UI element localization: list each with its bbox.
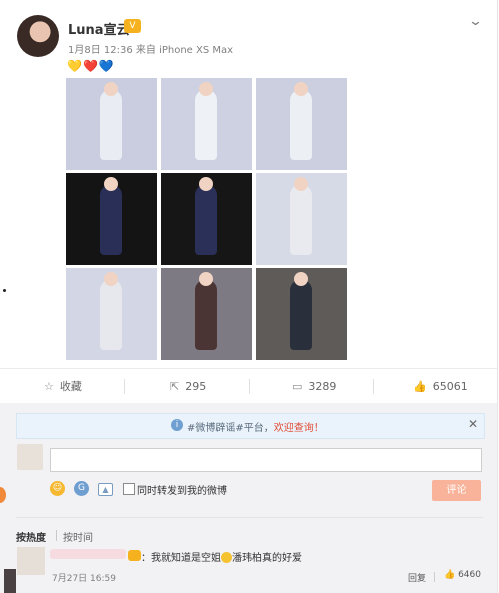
thumbs-up-icon: 👍 [413, 380, 427, 393]
comment-sort-bar: 按热度 按时间 [16, 517, 483, 544]
photo-figure-head [199, 272, 213, 286]
comment-text: ：我就知道是空姐 潘玮柏真的好爱 [128, 549, 302, 564]
divider [373, 379, 374, 394]
verified-badge-icon: V [124, 19, 141, 33]
divider [56, 530, 57, 541]
gif-icon[interactable]: G [74, 481, 89, 496]
photo-figure-head [104, 177, 118, 191]
repost-checkbox[interactable] [123, 483, 135, 495]
image-icon[interactable]: ▲ [98, 483, 113, 496]
photo-thumbnail[interactable] [161, 78, 252, 170]
user-avatar[interactable] [17, 15, 59, 57]
repost-button[interactable]: ⇱ 295 [170, 369, 206, 404]
reply-button[interactable]: 回复 [408, 571, 426, 584]
repost-checkbox-label: 同时转发到我的微博 [137, 486, 227, 497]
notice-prefix[interactable]: #微博辟谣#平台， [187, 423, 274, 434]
photo-figure [290, 280, 312, 350]
comment-like-button[interactable]: 👍 6460 [444, 570, 481, 580]
like-count: 65061 [432, 380, 468, 393]
comment-text-part: ：我就知道是空姐 [141, 553, 221, 564]
emoji-icon [221, 552, 232, 563]
divider [434, 572, 435, 582]
photo-figure-head [294, 82, 308, 96]
comment-button[interactable]: ▭ 3289 [292, 369, 336, 404]
favorite-button[interactable]: ☆ 收藏 [44, 369, 82, 404]
divider [249, 379, 250, 394]
notice-highlight: 欢迎查询！ [273, 423, 324, 434]
post-text: 💛❤️💙 [67, 59, 115, 73]
submit-comment-button[interactable]: 评论 [432, 480, 481, 501]
repost-icon: ⇱ [170, 380, 180, 393]
edge-image [4, 569, 16, 593]
bullet-dot [3, 289, 6, 292]
photo-figure-head [199, 177, 213, 191]
photo-figure-head [199, 82, 213, 96]
sort-by-hot[interactable]: 按热度 [16, 529, 46, 544]
photo-thumbnail[interactable] [66, 78, 157, 170]
photo-figure [100, 90, 122, 160]
repost-count: 295 [185, 380, 207, 393]
notice-text: #微博辟谣#平台，欢迎查询！ [187, 419, 324, 434]
comment-text-part: 潘玮柏真的好爱 [232, 553, 302, 564]
chevron-down-icon[interactable]: ⌄ [468, 14, 483, 29]
rumor-notice-banner: i #微博辟谣#平台，欢迎查询！ ✕ [16, 413, 485, 439]
photo-figure [290, 185, 312, 255]
photo-figure [195, 280, 217, 350]
photo-thumbnail[interactable] [66, 268, 157, 360]
close-icon[interactable]: ✕ [468, 417, 478, 431]
comment-like-count: 6460 [458, 570, 481, 580]
favorite-label: 收藏 [59, 380, 82, 393]
comment-input[interactable] [50, 448, 482, 472]
comment-count: 3289 [308, 380, 337, 393]
member-badge-icon [128, 550, 141, 561]
sort-by-time[interactable]: 按时间 [63, 529, 93, 544]
info-icon: i [171, 419, 183, 431]
weibo-post-card: Luna宣云 V 1月8日 12:36 来自 iPhone XS Max ⌄ 💛… [0, 0, 498, 593]
my-avatar [17, 444, 43, 470]
username[interactable]: Luna宣云 [68, 19, 130, 38]
photo-thumbnail[interactable] [66, 173, 157, 265]
photo-figure-head [294, 177, 308, 191]
photo-thumbnail[interactable] [256, 78, 347, 170]
photo-figure [195, 90, 217, 160]
photo-thumbnail[interactable] [161, 268, 252, 360]
comment-icon: ▭ [292, 380, 303, 393]
photo-thumbnail[interactable] [256, 173, 347, 265]
divider [124, 379, 125, 394]
star-icon: ☆ [44, 380, 54, 393]
photo-thumbnail[interactable] [256, 268, 347, 360]
thumbs-up-icon: 👍 [444, 570, 459, 580]
action-bar: ☆ 收藏 ⇱ 295 ▭ 3289 👍 65061 [0, 368, 497, 405]
post-meta: 1月8日 12:36 来自 iPhone XS Max [68, 45, 234, 56]
emoji-icon[interactable]: ☺ [50, 481, 65, 496]
photo-figure [195, 185, 217, 255]
comment-time: 7月27日 16:59 [52, 574, 116, 584]
photo-figure-head [104, 272, 118, 286]
like-button[interactable]: 👍 65061 [413, 369, 468, 404]
photo-figure-head [104, 82, 118, 96]
photo-figure [100, 185, 122, 255]
photo-grid [66, 78, 348, 363]
photo-figure-head [294, 272, 308, 286]
commenter-name[interactable] [50, 549, 126, 559]
photo-thumbnail[interactable] [161, 173, 252, 265]
photo-figure [100, 280, 122, 350]
commenter-avatar[interactable] [17, 547, 45, 575]
photo-figure [290, 90, 312, 160]
